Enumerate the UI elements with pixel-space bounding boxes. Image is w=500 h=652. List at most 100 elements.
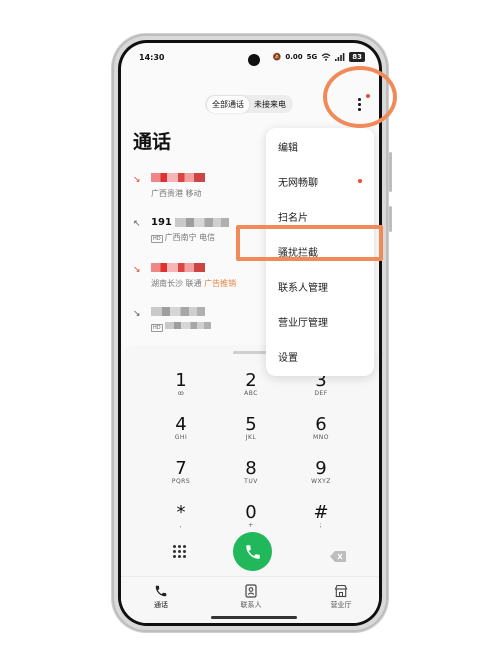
dialpad-digit: #: [313, 502, 329, 523]
call-carrier: 电信: [199, 233, 216, 242]
dialpad-key[interactable]: 0 +: [216, 502, 286, 530]
status-icons: 🔕 0.00 5G 83: [273, 52, 365, 62]
dialpad-letters: ,: [179, 522, 183, 529]
delete-button[interactable]: [330, 547, 346, 566]
call-location: 湖南长沙: [151, 279, 183, 288]
dialpad-key[interactable]: 8 TUV: [216, 458, 286, 486]
dialpad-letters: ABC: [244, 390, 258, 397]
phone-screen: 14:30 🔕 0.00 5G 83 全部通话 未接来电 通话 ↘ 广西贵港 移…: [121, 43, 379, 623]
redacted-location: [164, 322, 211, 329]
home-indicator[interactable]: [211, 616, 297, 619]
dialpad-key[interactable]: 7 PQRS: [146, 458, 216, 486]
dialpad-drag-handle[interactable]: [233, 351, 269, 354]
spam-tag: 广告推销: [204, 279, 237, 288]
redacted-number: [151, 263, 205, 272]
dialpad-digit: 7: [175, 458, 187, 479]
dialpad-letters: GHI: [174, 434, 188, 441]
wifi-icon: [321, 53, 331, 61]
sim-badge: HD: [151, 324, 163, 332]
outgoing-call-icon: ↖: [133, 219, 141, 229]
dialpad-digit: *: [176, 502, 186, 523]
power-button: [389, 206, 392, 232]
nav-store[interactable]: 营业厅: [311, 584, 371, 610]
dialpad-letters: ꝏ: [177, 390, 185, 397]
nav-contacts[interactable]: 联系人: [221, 584, 281, 610]
dialpad-digit: 8: [245, 458, 257, 479]
dialpad-digit: 6: [315, 414, 327, 435]
call-location: 广西贵港: [151, 189, 183, 198]
nav-calls-label: 通话: [154, 601, 168, 609]
dialpad-digit: 4: [175, 414, 187, 435]
menu-item-scan-card[interactable]: 扫名片: [278, 209, 308, 224]
call-location: 广西南宁: [164, 233, 197, 242]
dialpad-key[interactable]: 5 JKL: [216, 415, 286, 442]
annotation-highlight-box: [236, 225, 383, 261]
front-camera: [248, 54, 260, 66]
dialpad-letters: TUV: [244, 478, 258, 485]
call-number-prefix: 191: [151, 217, 172, 228]
phone-icon: [155, 585, 167, 597]
sim-badge: HD: [151, 235, 163, 243]
backspace-icon: [330, 551, 346, 562]
menu-item-contacts-manage[interactable]: 联系人管理: [278, 279, 328, 294]
dialpad-digit: 1: [175, 370, 187, 391]
call-meta: HD 广西南宁 电信: [151, 232, 215, 243]
nav-store-label: 营业厅: [330, 601, 352, 609]
call-carrier: 联通: [185, 279, 202, 288]
dialpad-key[interactable]: *,: [146, 502, 216, 530]
call-number: [151, 307, 205, 316]
redacted-number: [151, 173, 205, 182]
menu-item-badge: [358, 179, 362, 183]
call-meta: HD: [151, 322, 211, 332]
dialpad-toggle-icon[interactable]: [173, 545, 187, 559]
dialpad-key[interactable]: 6 MNO: [286, 414, 356, 442]
call-button[interactable]: [233, 532, 272, 571]
contact-card-icon: [245, 584, 257, 598]
dialpad-letters: MNO: [313, 434, 329, 441]
annotation-circle: [323, 66, 397, 128]
tab-all-calls[interactable]: 全部通话: [207, 95, 249, 113]
menu-item-store-manage[interactable]: 营业厅管理: [278, 314, 328, 329]
tab-missed-calls[interactable]: 未接来电: [249, 96, 291, 113]
volume-button: [389, 152, 392, 192]
mute-icon: 🔕: [272, 53, 282, 61]
menu-item-offline-chat[interactable]: 无网畅聊: [278, 174, 318, 189]
dialpad-letters: PQRS: [171, 478, 191, 485]
call-carrier: 移动: [185, 189, 202, 198]
dialpad-letters: DEF: [314, 390, 328, 397]
dialpad-letters: JKL: [245, 434, 257, 441]
missed-call-icon: ↘: [133, 265, 141, 275]
dialpad-key[interactable]: #;: [286, 502, 356, 530]
network-type: 5G: [306, 53, 318, 61]
call-meta: 广西贵港 移动: [151, 188, 202, 199]
dialpad-digit: 0: [245, 502, 257, 523]
dialpad-key[interactable]: 9 WXYZ: [286, 458, 356, 486]
dialpad-letters: ;: [319, 522, 323, 529]
status-bar: 14:30 🔕 0.00 5G 83: [121, 43, 379, 73]
dialpad: 1 ꝏ 2 ABC 3 DEF 4 GHI 5 JKL 6 MNO 7 PQRS 8 TUV 9 WXYZ *, 0 +…: [121, 345, 379, 623]
call-number: [151, 263, 205, 272]
battery-icon: 83: [349, 52, 365, 62]
store-icon: [334, 584, 348, 598]
call-filter-tabs: 全部通话 未接来电: [205, 95, 293, 113]
menu-item-edit[interactable]: 编辑: [278, 139, 298, 154]
phone-icon: [245, 544, 260, 559]
call-meta: 湖南长沙 联通 广告推销: [151, 278, 236, 289]
call-number: [151, 173, 205, 182]
call-number: 191: [151, 217, 229, 228]
status-time: 14:30: [139, 53, 165, 62]
missed-call-icon: ↘: [133, 175, 141, 185]
dialpad-digit: 9: [315, 458, 327, 479]
redacted-number: [174, 218, 229, 227]
dialpad-key[interactable]: 4 GHI: [146, 414, 216, 442]
menu-item-settings[interactable]: 设置: [278, 349, 298, 364]
dialpad-letters: WXYZ: [311, 478, 331, 485]
phone-bezel: 14:30 🔕 0.00 5G 83 全部通话 未接来电 通话 ↘ 广西贵港 移…: [118, 40, 382, 626]
redacted-number: [151, 307, 205, 316]
dialpad-letters: +: [248, 522, 254, 529]
nav-contacts-label: 联系人: [240, 601, 262, 609]
dialpad-key[interactable]: 1ꝏ: [146, 370, 216, 398]
nav-calls[interactable]: 通话: [131, 584, 191, 610]
bottom-nav: 通话 联系人 营业厅: [121, 576, 379, 623]
incoming-call-icon: ↘: [133, 309, 141, 319]
